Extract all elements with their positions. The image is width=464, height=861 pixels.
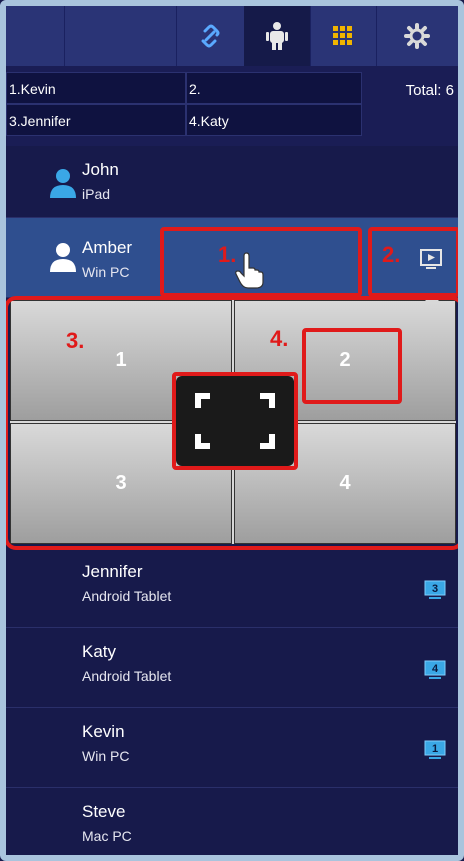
gear-icon [404, 23, 430, 49]
user-row-steve[interactable]: Steve Mac PC [6, 788, 458, 861]
tab-blank-1[interactable] [6, 6, 65, 66]
user-device: Android Tablet [82, 668, 172, 684]
annotation-label-2: 2. [382, 242, 401, 267]
presenter-slot-2[interactable]: 2. [186, 72, 362, 104]
top-toolbar [6, 6, 458, 66]
user-row-katy[interactable]: Katy Android Tablet 4 [6, 628, 458, 708]
user-avatar-icon [50, 169, 76, 198]
presenter-slot-4[interactable]: 4.Katy [186, 104, 362, 136]
user-device: Win PC [82, 264, 130, 280]
presenter-slot-1[interactable]: 1.Kevin [6, 72, 186, 104]
tab-blank-2[interactable] [64, 6, 177, 66]
user-name: John [82, 160, 119, 179]
annotation-label-4: 4. [270, 326, 289, 351]
grid-icon [333, 26, 352, 45]
tab-users[interactable] [244, 6, 311, 66]
presenter-slot-3[interactable]: 3.Jennifer [6, 104, 186, 136]
quadrant-label: 1 [432, 743, 438, 755]
annotation-box-fullscreen [172, 372, 298, 470]
total-count: Total: 6 [405, 82, 454, 99]
user-name: Jennifer [82, 562, 143, 581]
annotation-label-1: 1. [218, 242, 237, 267]
annotation-label-3: 3. [66, 328, 85, 353]
user-device: Win PC [82, 748, 130, 764]
user-device: iPad [82, 186, 111, 202]
annotation-box-4 [302, 328, 402, 404]
presenter-grid: 1.Kevin 2. 3.Jennifer 4.Katy Total: 6 [6, 66, 458, 146]
user-device: Mac PC [82, 828, 132, 844]
user-row-kevin[interactable]: Kevin Win PC 1 [6, 708, 458, 788]
link-icon [201, 24, 220, 48]
annotation-box-1 [160, 227, 362, 297]
user-name: Steve [82, 802, 126, 821]
user-name: Kevin [82, 722, 125, 741]
user-name: Amber [82, 238, 133, 257]
user-name: Katy [82, 642, 117, 661]
tab-settings[interactable] [376, 6, 458, 66]
quadrant-label: 3 [432, 583, 438, 595]
users-icon [266, 22, 288, 50]
tab-link[interactable] [176, 6, 245, 66]
quadrant-3-icon[interactable]: 3 [424, 580, 446, 600]
user-avatar-icon [50, 243, 76, 272]
user-device: Android Tablet [82, 588, 172, 604]
tab-grid[interactable] [310, 6, 377, 66]
user-row-jennifer[interactable]: Jennifer Android Tablet 3 [6, 548, 458, 628]
user-row-john[interactable]: John iPad [6, 146, 458, 218]
quadrant-4-icon[interactable]: 4 [424, 660, 446, 680]
quadrant-1-icon[interactable]: 1 [424, 740, 446, 760]
quadrant-label: 4 [432, 663, 439, 675]
